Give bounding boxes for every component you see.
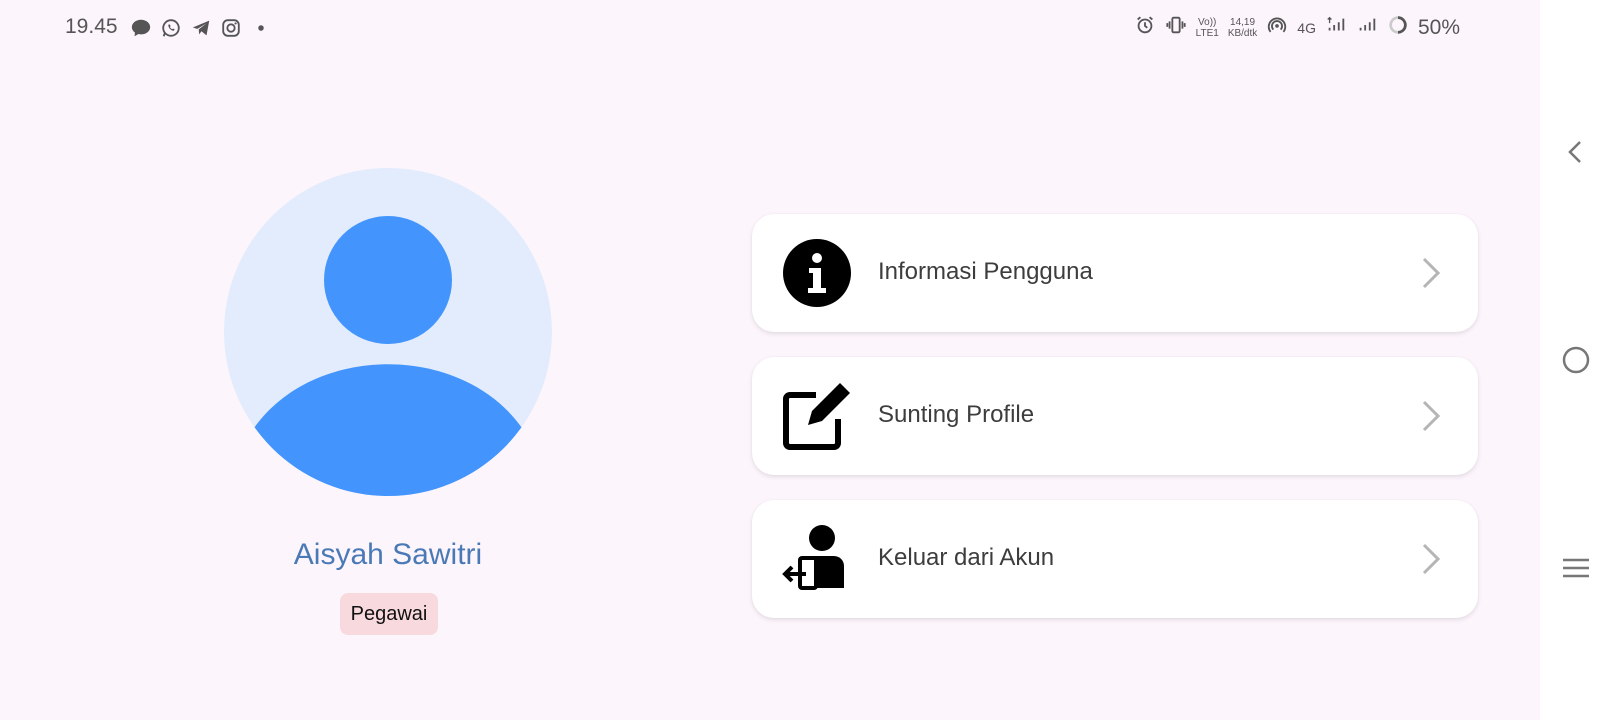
menu-item-logout[interactable]: Keluar dari Akun [752, 500, 1478, 618]
back-chevron-icon [1568, 141, 1581, 163]
menu-item-label: Sunting Profile [878, 401, 1035, 428]
message-bubble-icon [130, 17, 152, 44]
signal-sim2-icon [1356, 14, 1378, 41]
menu-item-label: Keluar dari Akun [878, 544, 1055, 571]
chevron-right-icon [1420, 256, 1442, 290]
chevron-right-icon [1420, 542, 1442, 576]
more-notifications-dot-icon [250, 17, 272, 44]
menu-item-label: Informasi Pengguna [878, 258, 1093, 285]
battery-ring-icon [1387, 14, 1409, 41]
vibrate-icon [1165, 14, 1187, 41]
role-badge: Pegawai [340, 593, 438, 635]
battery-percent: 50% [1417, 15, 1460, 39]
telegram-icon [190, 17, 212, 44]
menu-item-user-info[interactable]: Informasi Pengguna [752, 214, 1478, 332]
status-time: 19.45 [65, 15, 118, 38]
status-bar: 19.45 Vo)) LTE1 14,19 KB/dtk 4G 50% [0, 0, 1540, 56]
network-type: 4G [1297, 19, 1316, 36]
signal-sim1-icon [1325, 14, 1347, 41]
recents-button[interactable] [1558, 550, 1594, 586]
home-button[interactable] [1558, 342, 1594, 378]
whatsapp-icon [160, 17, 182, 44]
user-name: Aisyah Sawitri [293, 538, 483, 571]
chevron-right-icon [1420, 399, 1442, 433]
volte-indicator: Vo)) LTE1 [1195, 16, 1219, 39]
alarm-icon [1134, 14, 1156, 41]
edit-icon [782, 381, 852, 451]
logout-user-icon [782, 524, 852, 594]
recents-menu-icon [1563, 558, 1589, 578]
hotspot-icon [1266, 14, 1288, 41]
home-circle-icon [1562, 346, 1590, 374]
avatar [224, 168, 552, 496]
info-icon [782, 238, 852, 308]
navigation-bar [1540, 0, 1612, 720]
menu-item-edit-profile[interactable]: Sunting Profile [752, 357, 1478, 475]
user-silhouette-icon [254, 216, 522, 496]
instagram-icon [220, 17, 242, 44]
network-speed: 14,19 KB/dtk [1227, 16, 1258, 39]
back-button[interactable] [1558, 134, 1594, 170]
system-icons: Vo)) LTE1 14,19 KB/dtk 4G 50% [1134, 14, 1460, 41]
notification-icons [130, 17, 272, 44]
